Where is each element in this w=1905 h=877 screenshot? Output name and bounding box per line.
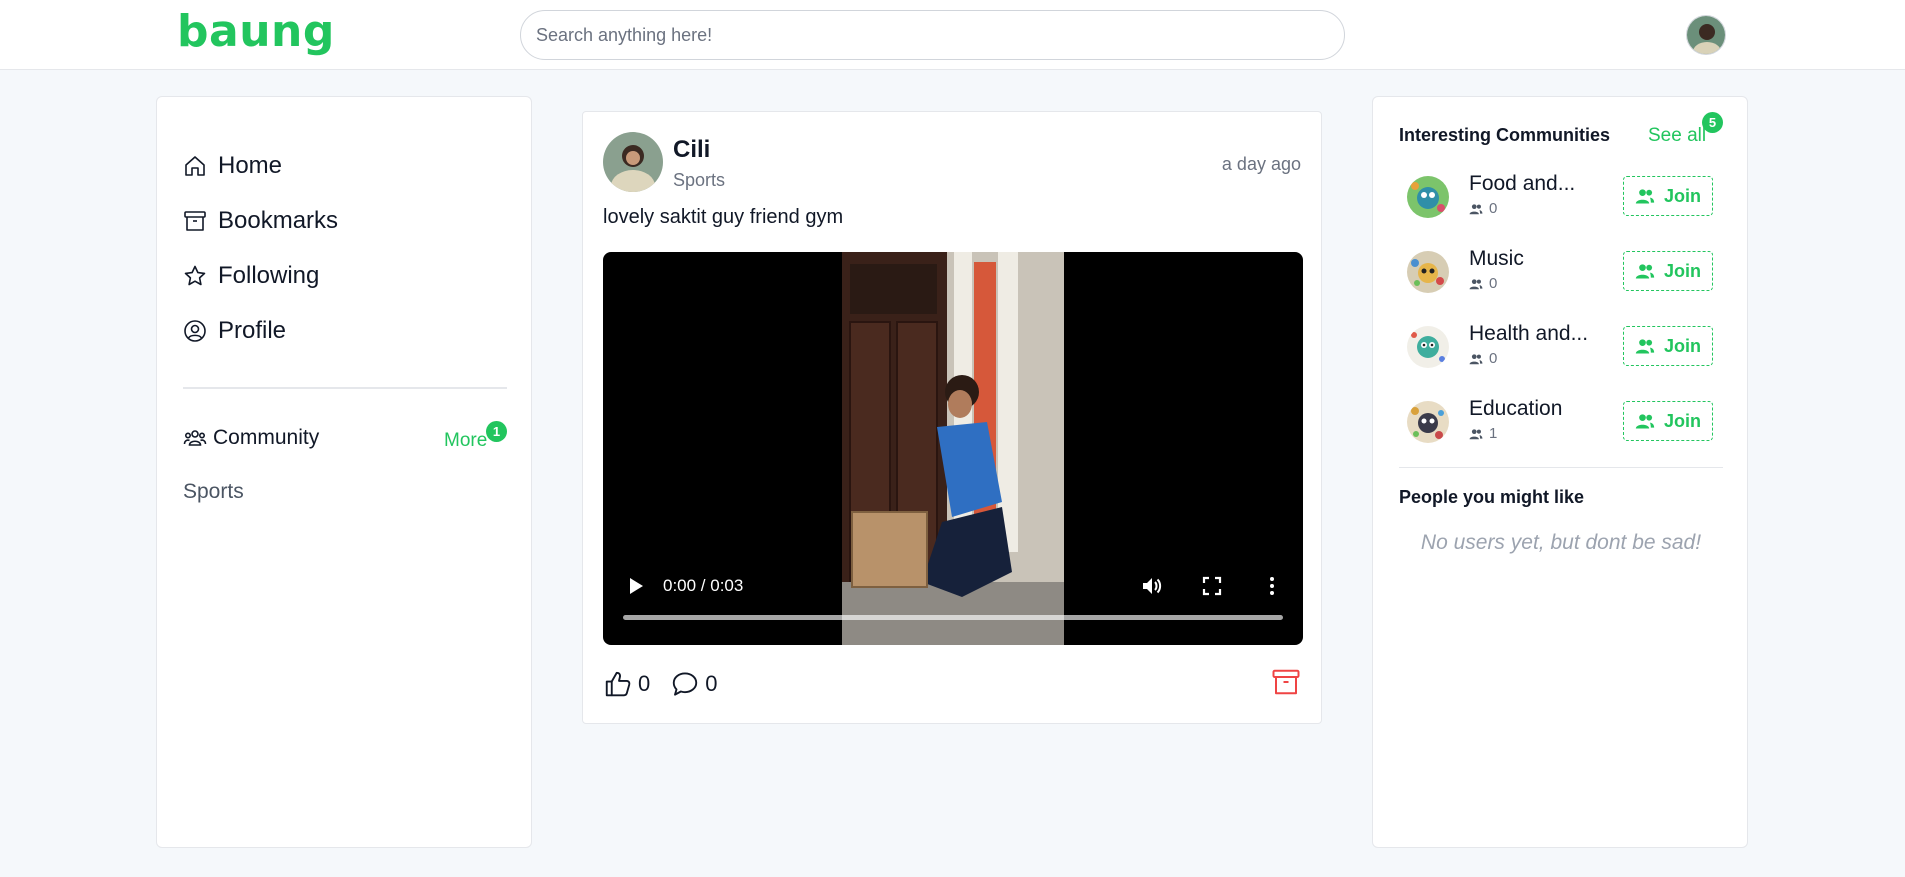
community-avatar[interactable]	[1407, 326, 1449, 368]
see-all-link[interactable]: See all	[1648, 125, 1706, 147]
join-button[interactable]: Join	[1623, 326, 1713, 366]
video-time-display: 0:00 / 0:03	[663, 576, 744, 595]
interesting-communities-title: Interesting Communities	[1399, 125, 1611, 145]
post-actions: 0 0	[603, 669, 738, 699]
sidebar-community-sports[interactable]: Sports	[183, 480, 244, 504]
star-icon	[184, 265, 206, 286]
member-count-value: 0	[1489, 350, 1498, 367]
sidebar-divider	[183, 387, 507, 389]
community-row: Music 0 Join	[1399, 245, 1723, 301]
like-count: 0	[638, 671, 651, 696]
users-icon	[1635, 264, 1655, 279]
comment-button[interactable]: 0	[670, 669, 718, 699]
users-icon	[1469, 353, 1483, 364]
top-header: baung	[0, 0, 1905, 70]
community-avatar[interactable]	[1407, 251, 1449, 293]
left-sidebar: Home Bookmarks Following Profile Communi…	[156, 96, 532, 848]
join-button[interactable]: Join	[1623, 176, 1713, 216]
post-body-text: lovely saktit guy friend gym	[603, 206, 844, 228]
community-heading: Community	[183, 426, 319, 450]
users-icon	[1469, 203, 1483, 214]
play-icon[interactable]	[623, 574, 647, 598]
users-icon	[1635, 414, 1655, 429]
like-button[interactable]: 0	[603, 669, 650, 699]
post-community-tag[interactable]: Sports	[673, 170, 725, 191]
nav-bookmarks-label: Bookmarks	[218, 207, 339, 234]
community-row: Health and... 0 Join	[1399, 320, 1723, 376]
member-count-value: 0	[1489, 200, 1498, 217]
nav-home[interactable]: Home	[183, 146, 282, 186]
video-progress-bar[interactable]	[623, 615, 1283, 620]
join-label: Join	[1663, 185, 1701, 206]
join-label: Join	[1663, 410, 1701, 431]
member-count-value: 0	[1489, 275, 1498, 292]
see-all-count-badge: 5	[1702, 112, 1723, 133]
community-member-count: 0	[1469, 350, 1497, 367]
users-group-icon	[183, 430, 207, 446]
community-name[interactable]: Education	[1469, 397, 1562, 421]
join-label: Join	[1663, 260, 1701, 281]
search-input[interactable]	[520, 10, 1345, 60]
users-icon	[1635, 339, 1655, 354]
users-icon	[1635, 189, 1655, 204]
comment-icon	[673, 672, 698, 696]
volume-icon[interactable]	[1140, 574, 1164, 598]
more-communities-link[interactable]: More	[444, 430, 487, 452]
author-avatar[interactable]	[603, 132, 663, 192]
nav-bookmarks[interactable]: Bookmarks	[183, 201, 338, 241]
member-count-value: 1	[1489, 425, 1498, 442]
more-vertical-icon[interactable]	[1260, 574, 1284, 598]
users-icon	[1469, 278, 1483, 289]
user-avatar[interactable]	[1686, 15, 1726, 55]
nav-following-label: Following	[218, 262, 320, 289]
archive-icon[interactable]	[1271, 667, 1301, 697]
community-member-count: 0	[1469, 200, 1497, 217]
join-label: Join	[1663, 335, 1701, 356]
people-empty-message: No users yet, but dont be sad!	[1420, 531, 1702, 554]
nav-home-label: Home	[218, 152, 283, 179]
post-card: Cili Sports a day ago lovely saktit guy …	[582, 111, 1322, 724]
user-circle-icon	[184, 320, 206, 342]
community-row: Food and... 0 Join	[1399, 170, 1723, 226]
fullscreen-icon[interactable]	[1200, 574, 1224, 598]
community-avatar[interactable]	[1407, 401, 1449, 443]
join-button[interactable]: Join	[1623, 401, 1713, 441]
community-name[interactable]: Music	[1469, 247, 1524, 271]
app-logo[interactable]: baung	[177, 6, 335, 57]
post-author[interactable]: Cili	[673, 136, 710, 164]
join-button[interactable]: Join	[1623, 251, 1713, 291]
community-heading-label: Community	[213, 426, 320, 449]
community-name[interactable]: Health and...	[1469, 322, 1588, 346]
more-count-badge: 1	[486, 421, 507, 442]
nav-following[interactable]: Following	[183, 256, 319, 296]
video-player[interactable]: 0:00 / 0:03	[603, 252, 1303, 645]
home-icon	[185, 156, 205, 176]
post-timestamp: a day ago	[1221, 154, 1301, 174]
right-divider	[1399, 467, 1723, 468]
video-frame	[842, 252, 1064, 645]
nav-profile[interactable]: Profile	[183, 311, 286, 351]
users-icon	[1469, 428, 1483, 439]
community-name[interactable]: Food and...	[1469, 172, 1575, 196]
archive-icon	[184, 211, 206, 231]
right-sidebar: Interesting Communities See all 5 Food a…	[1372, 96, 1748, 848]
community-member-count: 1	[1469, 425, 1497, 442]
people-you-might-like-title: People you might like	[1399, 487, 1585, 507]
community-row: Education 1 Join	[1399, 395, 1723, 451]
comment-count: 0	[705, 671, 718, 696]
thumbs-up-icon	[605, 671, 631, 697]
community-member-count: 0	[1469, 275, 1497, 292]
nav-profile-label: Profile	[218, 317, 287, 344]
community-avatar[interactable]	[1407, 176, 1449, 218]
